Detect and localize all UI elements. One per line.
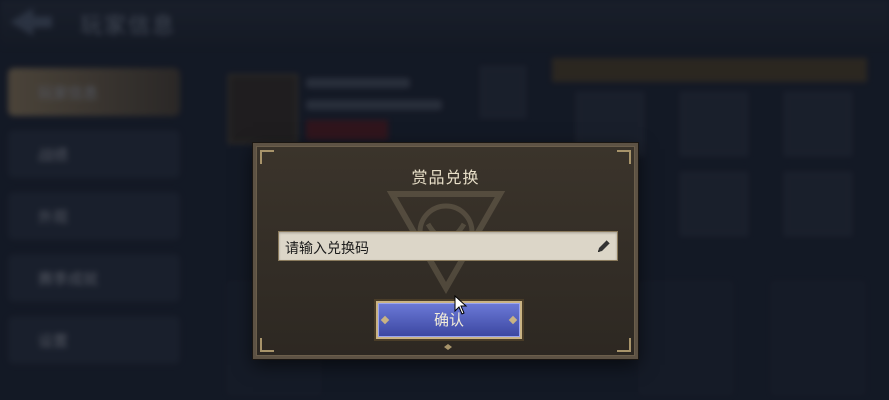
redeem-code-input[interactable]: 请输入兑换码 <box>278 231 618 261</box>
button-ornament <box>380 315 390 325</box>
corner-ornament <box>260 338 274 352</box>
pencil-icon[interactable] <box>595 237 613 255</box>
cursor-icon <box>454 295 468 315</box>
corner-ornament <box>617 338 631 352</box>
confirm-button[interactable]: 确认 <box>376 301 522 339</box>
input-placeholder: 请输入兑换码 <box>285 241 369 257</box>
corner-ornament <box>617 150 631 164</box>
redeem-dialog: 赏品兑换 请输入兑换码 确认 <box>253 143 638 359</box>
bottom-ornament <box>428 344 468 350</box>
dialog-title: 赏品兑换 <box>411 168 480 187</box>
button-ornament <box>508 315 518 325</box>
corner-ornament <box>260 150 274 164</box>
